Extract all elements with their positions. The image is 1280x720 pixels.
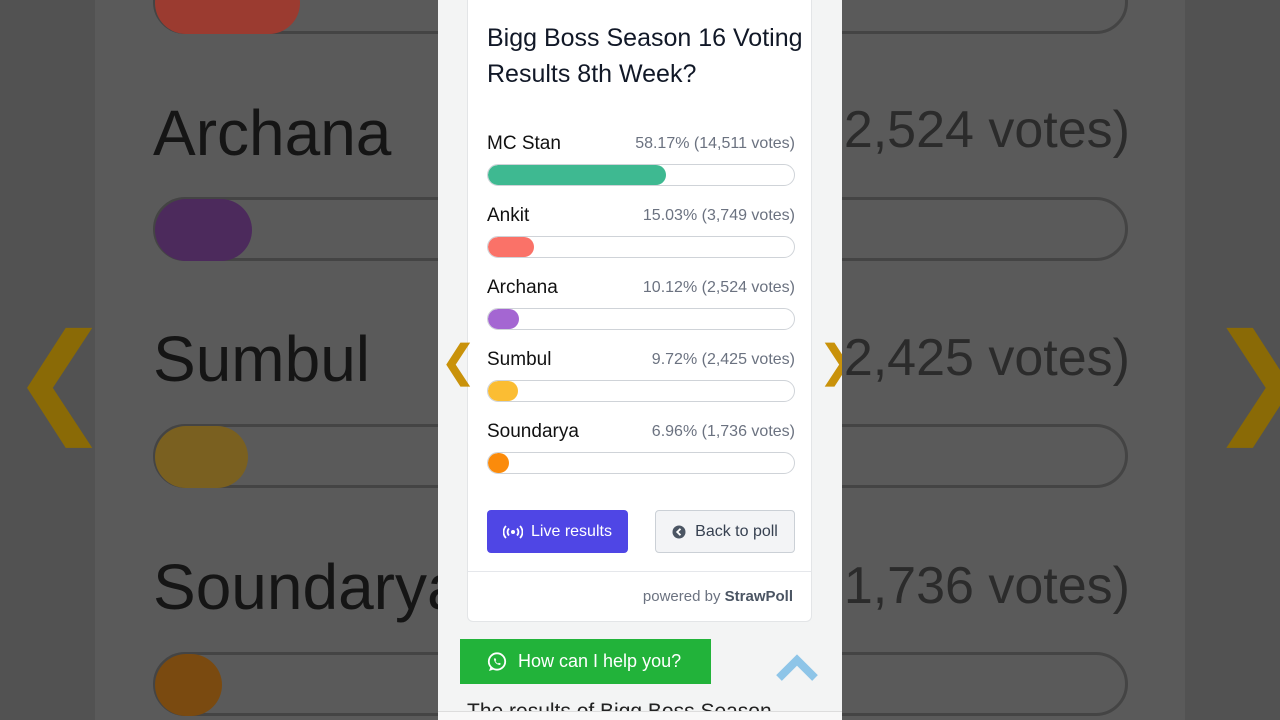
poll-option: Sumbul 9.72% (2,425 votes) [487,349,795,411]
poll-option: MC Stan 58.17% (14,511 votes) [487,133,795,195]
option-result: 6.96% (1,736 votes) [651,423,795,440]
arrow-left-circle-icon [672,525,686,538]
page: Bigg Boss Season 16 Voting Results 8th W… [438,0,842,720]
option-result: 15.03% (3,749 votes) [642,207,795,224]
option-result: 58.17% (14,511 votes) [635,135,795,152]
background-fill [155,0,300,34]
result-bar-fill [488,237,534,257]
background-fill [155,654,222,716]
option-name: Soundarya [487,421,579,442]
result-bar [487,308,795,330]
background-name: Sumbul [153,323,370,395]
result-bar [487,380,795,402]
next-arrow-icon[interactable]: ❯ [818,340,842,384]
result-bar [487,164,795,186]
background-fill [155,199,252,261]
option-name: Sumbul [487,349,552,370]
live-results-button[interactable]: Live results [487,510,628,553]
result-bar [487,236,795,258]
background-name: Soundarya [153,551,463,623]
background-votes: 2,425 votes) [843,329,1130,387]
divider [468,571,811,572]
poll-option: Soundarya 6.96% (1,736 votes) [487,421,795,483]
option-name: Archana [487,277,558,298]
background-fill [155,426,248,488]
background-next-icon: ❯ [1208,318,1280,438]
broadcast-icon [503,524,524,539]
background-prev-icon: ❮ [10,311,111,445]
poll-option: Archana 10.12% (2,524 votes) [487,277,795,339]
result-bar-fill [488,165,666,185]
powered-brand: StrawPoll [724,588,793,605]
whatsapp-label: How can I help you? [518,651,682,671]
result-bar-fill [488,381,518,401]
poll-card: Bigg Boss Season 16 Voting Results 8th W… [467,0,812,622]
bottom-bar [438,711,842,720]
option-result: 10.12% (2,524 votes) [642,279,795,296]
whatsapp-chat-button[interactable]: How can I help you? [460,639,711,684]
whatsapp-icon [487,651,507,671]
result-bar [487,452,795,474]
option-name: MC Stan [487,133,561,154]
back-to-poll-label: Back to poll [695,522,778,540]
powered-by[interactable]: powered by StrawPoll [643,588,793,605]
live-results-label: Live results [531,522,612,540]
result-bar-fill [488,453,510,473]
background-votes: 2,524 votes) [843,101,1130,159]
poll-option: Ankit 15.03% (3,749 votes) [487,205,795,267]
prev-arrow-icon[interactable]: ❮ [440,340,477,384]
powered-prefix: powered by [642,588,721,605]
poll-title: Bigg Boss Season 16 Voting Results 8th W… [487,24,803,88]
result-bar-fill [488,309,519,329]
background-votes: 1,736 votes) [843,557,1130,615]
scroll-to-top-icon[interactable] [776,652,818,682]
option-result: 9.72% (2,425 votes) [651,351,795,368]
background-name: Archana [153,97,392,169]
option-name: Ankit [487,205,530,226]
back-to-poll-button[interactable]: Back to poll [655,510,795,553]
